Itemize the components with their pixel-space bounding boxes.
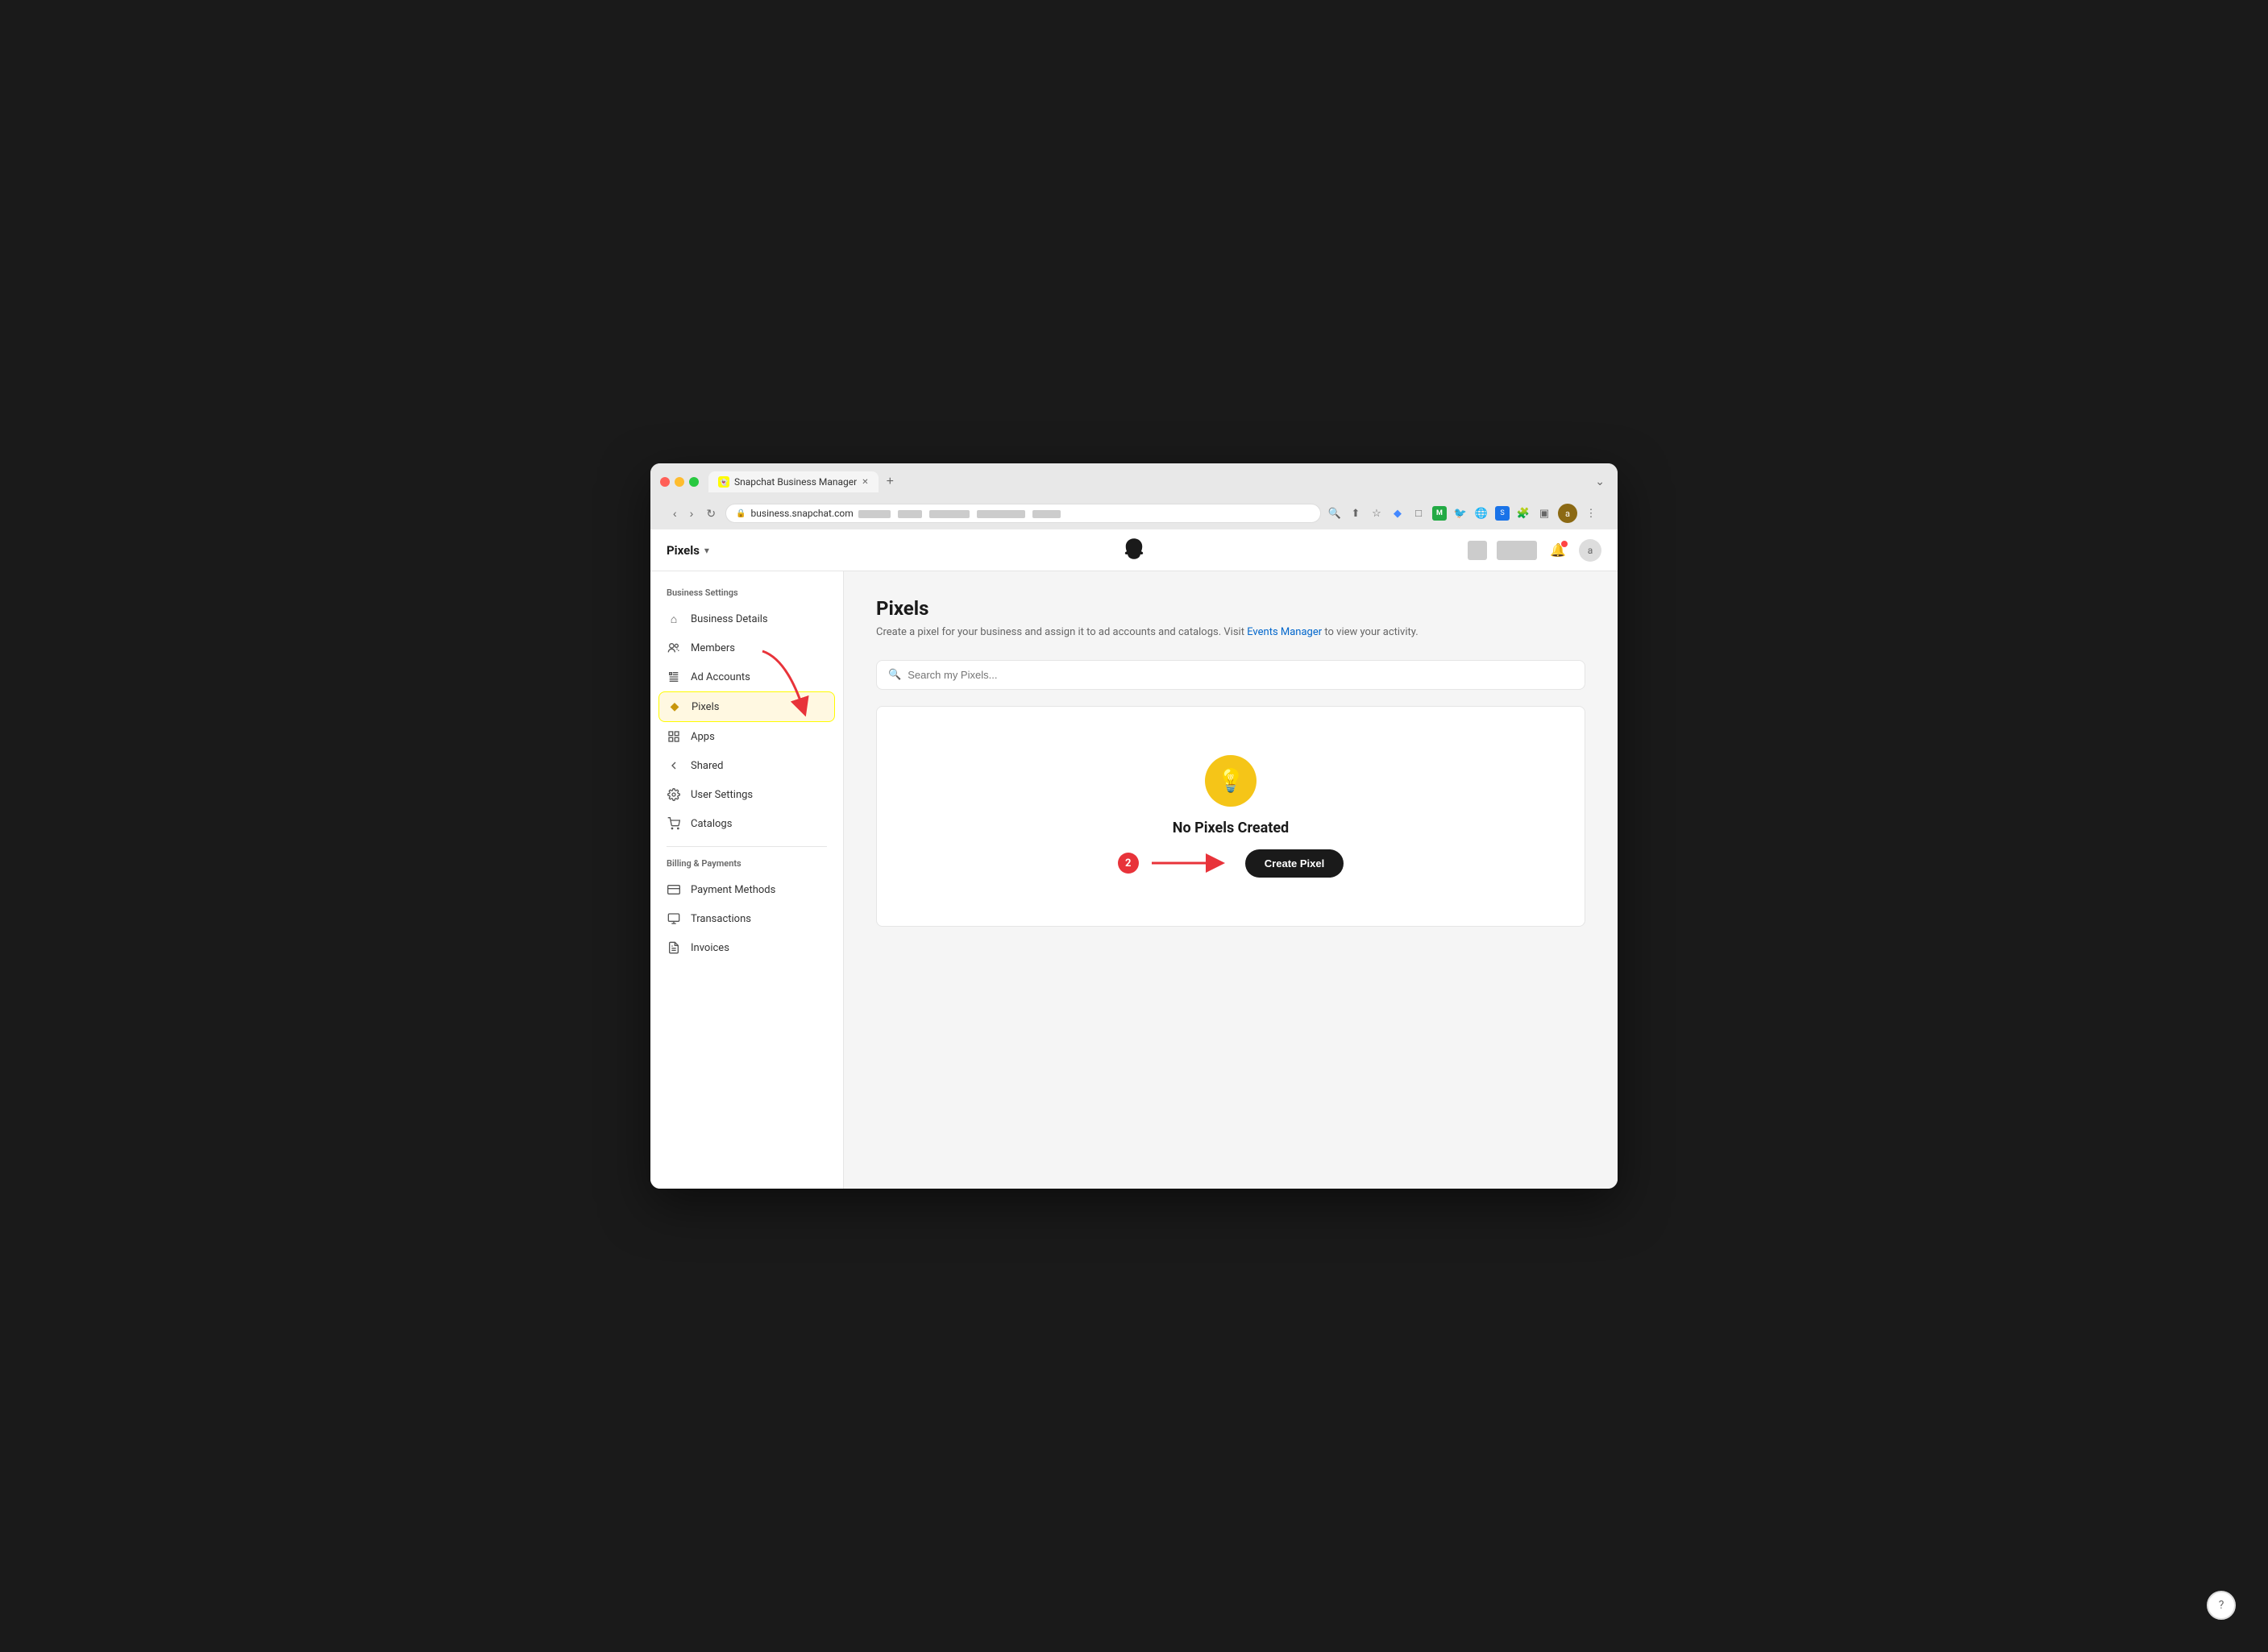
sidebar-label-shared: Shared [691, 760, 723, 772]
lock-icon: 🔒 [736, 509, 746, 518]
sidebar-item-ad-accounts[interactable]: Ad Accounts [650, 662, 843, 691]
annotation-arrow-2 [1152, 851, 1232, 875]
invoices-icon [667, 940, 681, 955]
shared-icon [667, 758, 681, 773]
extension-icon-5[interactable]: 🌐 [1474, 506, 1489, 521]
header-rect [1497, 541, 1537, 560]
tab-close-button[interactable]: ✕ [862, 478, 868, 487]
url-text: business.snapchat.com [751, 508, 1311, 519]
members-icon [667, 641, 681, 655]
lightbulb-icon: 💡 [1205, 755, 1257, 807]
forward-button[interactable]: › [687, 505, 697, 521]
header-right-section: 🔔 a [1468, 539, 1601, 562]
extension-icon-1[interactable]: ◆ [1390, 506, 1405, 521]
search-icon: 🔍 [888, 669, 901, 681]
back-button[interactable]: ‹ [670, 505, 680, 521]
ad-accounts-icon [667, 670, 681, 684]
extension-icon-4[interactable]: 🐦 [1453, 506, 1468, 521]
sidebar-item-members[interactable]: Members [650, 633, 843, 662]
sidebar-item-transactions[interactable]: Transactions [650, 904, 843, 933]
bookmark-icon[interactable]: ☆ [1369, 506, 1384, 521]
transactions-icon [667, 911, 681, 926]
window-controls: ⌄ [1592, 474, 1608, 490]
user-avatar[interactable]: a [1579, 539, 1601, 562]
sidebar-item-payment-methods[interactable]: Payment Methods [650, 875, 843, 904]
billing-section-title: Billing & Payments [650, 858, 843, 875]
sidebar-item-catalogs[interactable]: Catalogs [650, 809, 843, 838]
address-bar[interactable]: 🔒 business.snapchat.com [725, 504, 1321, 523]
sidebar: Business Settings ⌂ Business Details Mem… [650, 571, 844, 1189]
sidebar-item-shared[interactable]: Shared [650, 751, 843, 780]
notification-button[interactable]: 🔔 [1547, 539, 1569, 562]
menu-icon[interactable]: ⋮ [1584, 506, 1598, 521]
annotation-badge-2: 2 [1118, 853, 1139, 874]
extension-icon-2[interactable]: □ [1411, 506, 1426, 521]
extension-icon-3[interactable]: M [1432, 506, 1447, 521]
apps-icon [667, 729, 681, 744]
empty-state: 💡 No Pixels Created 2 [876, 706, 1585, 927]
business-settings-section-title: Business Settings [650, 587, 843, 604]
sidebar-label-members: Members [691, 642, 735, 654]
help-icon: ? [2219, 1599, 2224, 1612]
new-tab-button[interactable]: + [880, 471, 900, 492]
sidebar-label-transactions: Transactions [691, 913, 751, 925]
sidebar-divider [667, 846, 827, 847]
extension-icon-6[interactable]: S [1495, 506, 1510, 521]
sidebar-item-business-details[interactable]: ⌂ Business Details [650, 604, 843, 633]
header-square-1 [1468, 541, 1487, 560]
catalogs-icon [667, 816, 681, 831]
reload-button[interactable]: ↻ [703, 505, 719, 522]
header-brand-text: Pixels [667, 543, 700, 558]
sidebar-label-invoices: Invoices [691, 942, 729, 954]
page-title: Pixels [876, 597, 1585, 620]
main-content: Pixels Create a pixel for your business … [844, 571, 1618, 1189]
page-subtitle: Create a pixel for your business and ass… [876, 625, 1585, 641]
user-settings-icon [667, 787, 681, 802]
sidebar-label-business-details: Business Details [691, 613, 768, 625]
payment-methods-icon [667, 882, 681, 897]
pixels-icon: ◆ [667, 699, 682, 714]
notification-badge [1561, 541, 1568, 547]
sidebar-item-pixels[interactable]: ◆ Pixels [658, 691, 835, 722]
cast-icon[interactable]: ▣ [1537, 506, 1551, 521]
sidebar-label-ad-accounts: Ad Accounts [691, 671, 750, 683]
sidebar-item-invoices[interactable]: Invoices [650, 933, 843, 962]
tab-favicon: 👻 [718, 476, 729, 488]
maximize-traffic-light[interactable] [689, 477, 699, 487]
sidebar-label-pixels: Pixels [692, 701, 719, 713]
header-brand-section: Pixels ▾ [667, 543, 709, 558]
sidebar-label-catalogs: Catalogs [691, 818, 732, 830]
tab-title: Snapchat Business Manager [734, 476, 857, 488]
events-manager-link[interactable]: Events Manager [1247, 626, 1322, 638]
sidebar-item-user-settings[interactable]: User Settings [650, 780, 843, 809]
home-icon: ⌂ [667, 612, 681, 626]
help-button[interactable]: ? [2207, 1591, 2236, 1620]
search-input[interactable] [908, 669, 1573, 681]
active-tab[interactable]: 👻 Snapchat Business Manager ✕ [708, 471, 879, 492]
empty-state-title: No Pixels Created [1173, 820, 1289, 836]
search-bar[interactable]: 🔍 [876, 660, 1585, 690]
sidebar-label-apps: Apps [691, 731, 715, 743]
minimize-traffic-light[interactable] [675, 477, 684, 487]
sidebar-item-apps[interactable]: Apps [650, 722, 843, 751]
header-chevron-icon[interactable]: ▾ [704, 545, 709, 556]
sidebar-label-payment-methods: Payment Methods [691, 884, 775, 896]
sidebar-label-user-settings: User Settings [691, 789, 753, 801]
create-pixel-button[interactable]: Create Pixel [1245, 849, 1344, 878]
snapchat-logo [1121, 536, 1147, 565]
puzzle-icon[interactable]: 🧩 [1516, 506, 1531, 521]
search-toolbar-icon[interactable]: 🔍 [1327, 506, 1342, 521]
close-traffic-light[interactable] [660, 477, 670, 487]
browser-profile-avatar[interactable]: a [1558, 504, 1577, 523]
share-icon[interactable]: ⬆ [1348, 506, 1363, 521]
